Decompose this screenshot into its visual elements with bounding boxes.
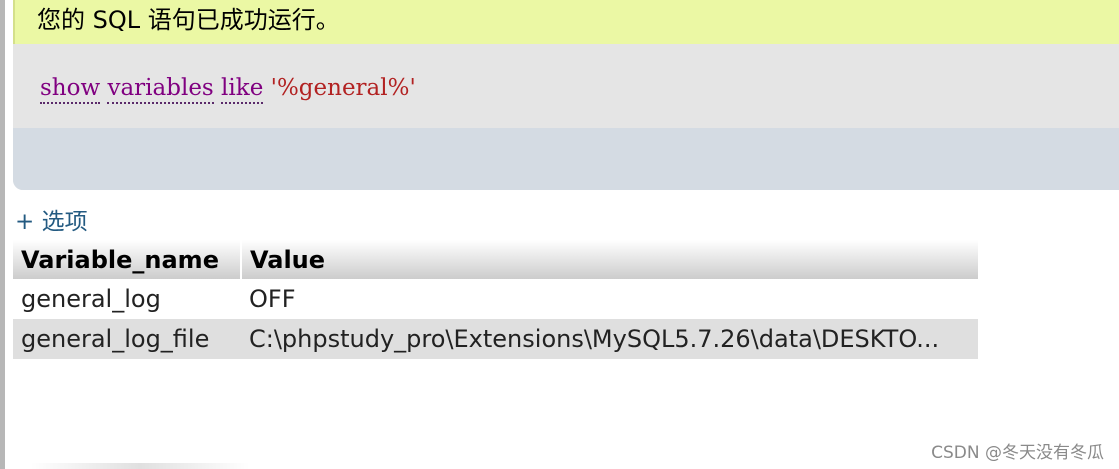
success-message: 您的 SQL 语句已成功运行。 bbox=[37, 6, 340, 34]
sql-panel-footer bbox=[13, 128, 1119, 190]
bottom-shadow bbox=[30, 463, 250, 469]
sql-string-literal: '%general%' bbox=[270, 75, 416, 101]
table-row[interactable]: general_log_file C:\phpstudy_pro\Extensi… bbox=[13, 319, 978, 359]
column-header-value[interactable]: Value bbox=[240, 240, 978, 279]
column-header-variable-name[interactable]: Variable_name bbox=[13, 240, 241, 279]
cell-variable-name: general_log_file bbox=[13, 319, 241, 359]
sql-code: show variables like '%general%' bbox=[40, 72, 416, 104]
left-edge-bar bbox=[0, 0, 5, 469]
options-toggle-link[interactable]: + 选项 bbox=[15, 206, 88, 238]
sql-keyword-show[interactable]: show bbox=[40, 75, 101, 104]
cell-value: C:\phpstudy_pro\Extensions\MySQL5.7.26\d… bbox=[241, 319, 978, 359]
sql-keyword-like[interactable]: like bbox=[221, 75, 264, 104]
sql-query-panel: show variables like '%general%' bbox=[13, 44, 1119, 190]
table-header-row: Variable_name Value bbox=[13, 240, 978, 279]
sql-keyword-variables[interactable]: variables bbox=[107, 75, 214, 104]
cell-variable-name: general_log bbox=[13, 279, 241, 319]
success-notice: 您的 SQL 语句已成功运行。 bbox=[13, 0, 1119, 44]
results-table: Variable_name Value general_log OFF gene… bbox=[13, 240, 978, 359]
table-row[interactable]: general_log OFF bbox=[13, 279, 978, 319]
watermark: CSDN @冬天没有冬瓜 bbox=[931, 443, 1104, 463]
cell-value: OFF bbox=[241, 279, 978, 319]
